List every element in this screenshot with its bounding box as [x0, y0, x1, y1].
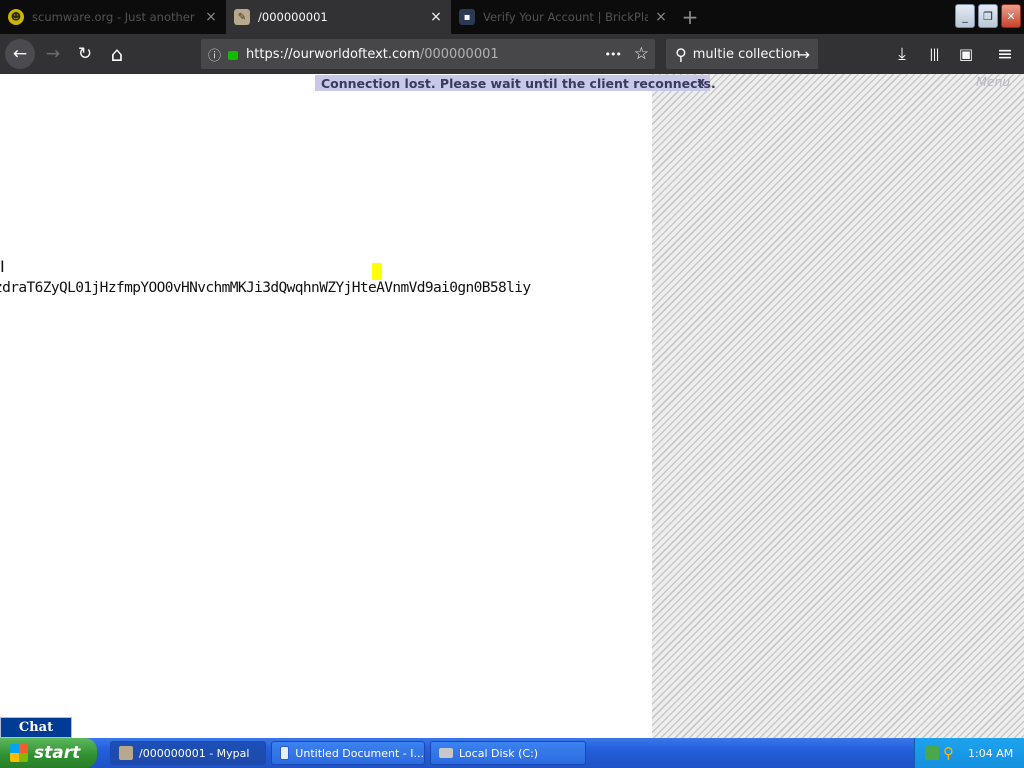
tab-title: /000000001 [258, 10, 328, 24]
close-tab-icon[interactable]: × [204, 9, 218, 25]
ibeam-cursor-icon: I [0, 257, 5, 276]
start-button[interactable]: start [0, 738, 97, 768]
restore-button[interactable]: ❐ [978, 4, 998, 28]
forward-button[interactable]: → [38, 39, 68, 69]
clock[interactable]: 1:04 AM [968, 747, 1013, 760]
text-world-canvas[interactable] [0, 74, 652, 738]
world-out-of-bounds-area [652, 74, 1024, 738]
taskbar-item-label: /000000001 - Mypal [139, 746, 250, 760]
library-icon[interactable]: ||| [920, 39, 948, 69]
taskbar-item-label: Local Disk (C:) [459, 746, 539, 760]
hamburger-menu-icon[interactable]: ≡ [991, 39, 1019, 69]
scroll-favicon-icon: ✎ [234, 9, 250, 25]
windows-logo-icon [10, 744, 28, 762]
tab-strip: ☻ scumware.org - Just another free × ✎ /… [0, 0, 1024, 34]
close-tab-icon[interactable]: × [429, 9, 443, 25]
tab-title: scumware.org - Just another free [32, 10, 198, 24]
search-bar[interactable]: ⚲ multie collection → [666, 39, 818, 69]
connection-status-banner: Connection lost. Please wait until the c… [315, 75, 716, 91]
hard-disk-icon [439, 748, 453, 758]
url-text[interactable]: https://ourworldoftext.com/000000001 [246, 47, 499, 62]
bookmark-star-icon[interactable]: ☆ [634, 44, 649, 64]
sidebar-icon[interactable]: ▣ [952, 39, 980, 69]
address-bar[interactable]: ⓘ https://ourworldoftext.com/000000001 •… [201, 39, 655, 69]
site-info-icon[interactable]: ⓘ [208, 45, 221, 64]
mypal-icon [119, 746, 133, 760]
search-icon: ⚲ [675, 44, 687, 64]
close-tab-icon[interactable]: × [654, 9, 668, 25]
brickplanet-favicon-icon: ▪ [459, 9, 475, 25]
tab-ourworldoftext[interactable]: ✎ /000000001 × [226, 0, 451, 34]
status-message: Connection lost. Please wait until the c… [321, 75, 716, 91]
page-content: Connection lost. Please wait until the c… [0, 74, 1024, 738]
page-actions-icon[interactable]: ••• [605, 48, 622, 61]
url-host: https://ourworldoftext.com [246, 46, 420, 62]
home-button[interactable]: ⌂ [102, 39, 132, 69]
search-tray-icon[interactable]: ⚲ [943, 744, 954, 762]
back-button[interactable]: ← [5, 39, 35, 69]
url-path: /000000001 [419, 46, 499, 62]
search-input[interactable]: multie collection [693, 47, 801, 62]
search-go-icon[interactable]: → [797, 45, 810, 64]
scumware-favicon-icon: ☻ [8, 9, 24, 25]
taskbar: start /000000001 - Mypal Untitled Docume… [0, 738, 1024, 768]
lock-icon [228, 50, 239, 60]
taskbar-item-label: Untitled Document - I... [295, 746, 424, 760]
start-label: start [34, 743, 81, 763]
chat-button[interactable]: Chat [0, 717, 72, 738]
world-text-line: zdraT6ZyQL01jHzfmpYOO0vHNvchmMKJi3dQwqhn… [0, 280, 531, 296]
navigation-toolbar: ← → ↻ ⌂ ⓘ https://ourworldoftext.com/000… [0, 34, 1024, 74]
internet-explorer-icon [280, 746, 290, 760]
minimize-button[interactable]: _ [955, 4, 975, 28]
taskbar-item-local-disk[interactable]: Local Disk (C:) [430, 741, 586, 765]
world-menu-button[interactable]: Menu [976, 74, 1010, 89]
new-tab-button[interactable]: + [678, 6, 702, 28]
status-close-button[interactable]: x [697, 75, 705, 89]
taskbar-item-untitled-document[interactable]: Untitled Document - I... [271, 741, 425, 765]
reload-button[interactable]: ↻ [70, 39, 100, 69]
window-close-button[interactable]: ✕ [1001, 4, 1021, 28]
tab-title: Verify Your Account | BrickPlanet [483, 10, 648, 24]
network-tray-icon[interactable] [925, 746, 939, 760]
downloads-icon[interactable]: ⤓ [888, 39, 916, 69]
taskbar-item-mypal[interactable]: /000000001 - Mypal [110, 741, 266, 765]
system-tray: ⚲ 1:04 AM [914, 738, 1024, 768]
tab-scumware[interactable]: ☻ scumware.org - Just another free × [0, 0, 226, 34]
tab-brickplanet[interactable]: ▪ Verify Your Account | BrickPlanet × [451, 0, 676, 34]
text-cursor [372, 263, 382, 280]
